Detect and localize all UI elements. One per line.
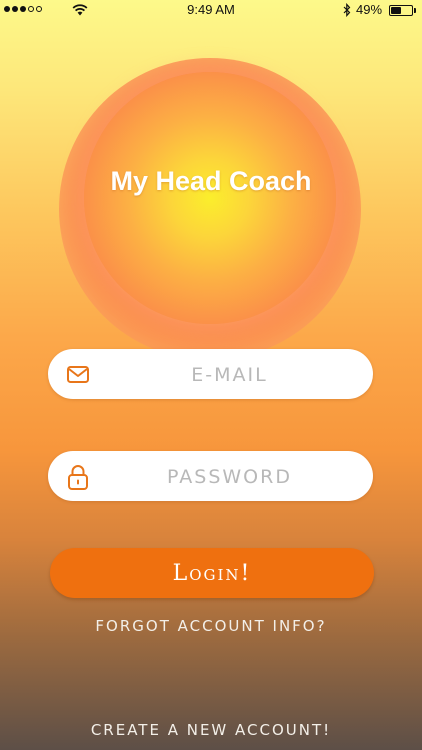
email-field[interactable] bbox=[48, 349, 373, 401]
status-bar: 9:49 AM 49% bbox=[0, 0, 422, 20]
bluetooth-icon bbox=[343, 3, 351, 17]
app-title: My Head Coach bbox=[110, 166, 312, 196]
battery-cap bbox=[414, 8, 416, 13]
sun-logo bbox=[84, 72, 336, 324]
email-input[interactable] bbox=[100, 349, 359, 401]
battery-icon bbox=[389, 5, 413, 16]
forgot-account-link[interactable]: FORGOT ACCOUNT INFO? bbox=[0, 617, 422, 635]
lock-icon bbox=[68, 465, 88, 490]
password-input[interactable] bbox=[100, 451, 359, 503]
create-account-link[interactable]: CREATE A NEW ACCOUNT! bbox=[0, 721, 422, 739]
battery-percent: 49% bbox=[356, 2, 383, 17]
login-button[interactable]: Login! bbox=[50, 548, 374, 598]
password-field[interactable] bbox=[48, 451, 373, 503]
envelope-icon bbox=[67, 366, 89, 383]
